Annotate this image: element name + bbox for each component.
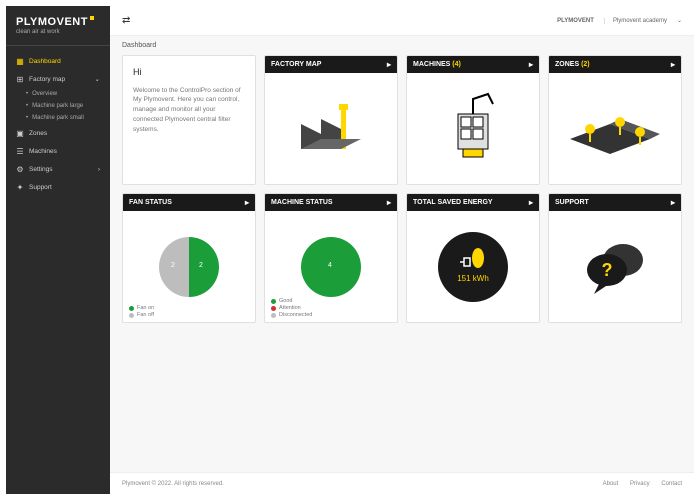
footer-privacy[interactable]: Privacy	[630, 481, 650, 487]
arrow-icon: ▸	[245, 198, 249, 207]
chevron-down-icon[interactable]: ⌄	[677, 17, 682, 24]
nav-support[interactable]: ✦Support	[6, 178, 110, 196]
zones-icon	[565, 94, 665, 164]
machine-legend: Good Attention Disconnected	[271, 297, 312, 318]
gear-icon: ⚙	[16, 165, 24, 173]
arrow-icon: ▸	[529, 60, 533, 69]
academy-link[interactable]: Plymovent academy	[604, 18, 667, 24]
footer-contact[interactable]: Contact	[661, 481, 682, 487]
nav: ▦Dashboard ⊞Factory map⌄ Overview Machin…	[6, 46, 110, 196]
nav-settings[interactable]: ⚙Settings›	[6, 160, 110, 178]
energy-gauge: 151 kWh	[438, 232, 508, 302]
nav-factory-map[interactable]: ⊞Factory map⌄	[6, 70, 110, 88]
brand: PLYMOVENT clean air at work	[6, 16, 110, 46]
nav-overview[interactable]: Overview	[6, 88, 110, 100]
card-factory-map[interactable]: FACTORY MAP▸	[264, 55, 398, 185]
brand-name: PLYMOVENT	[16, 16, 88, 28]
nav-machines[interactable]: ☰Machines	[6, 142, 110, 160]
plug-leaf-icon	[458, 250, 488, 274]
breadcrumb: Dashboard	[110, 36, 694, 55]
nav-zones[interactable]: ▣Zones	[6, 124, 110, 142]
intro-title: Hi	[133, 66, 245, 80]
support-icon: ✦	[16, 183, 24, 191]
machine-pie-chart: 4	[301, 237, 361, 297]
card-machines[interactable]: MACHINES (4)▸	[406, 55, 540, 185]
main: ⇄ PLYMOVENT Plymovent academy ⌄ Dashboar…	[110, 6, 694, 494]
footer-copy: Plymovent © 2022. All rights reserved.	[122, 481, 224, 487]
card-machine-status[interactable]: MACHINE STATUS▸ 4 Good Attention Disconn…	[264, 193, 398, 323]
arrow-icon: ▸	[671, 60, 675, 69]
nav-dashboard[interactable]: ▦Dashboard	[6, 52, 110, 70]
fan-pie-chart: 2 2	[159, 237, 219, 297]
card-zones[interactable]: ZONES (2)▸	[548, 55, 682, 185]
arrow-icon: ▸	[671, 198, 675, 207]
topbar: ⇄ PLYMOVENT Plymovent academy ⌄	[110, 6, 694, 36]
nav-park-small[interactable]: Machine park small	[6, 112, 110, 124]
topbar-brand: PLYMOVENT	[557, 18, 594, 24]
sidebar: PLYMOVENT clean air at work ▦Dashboard ⊞…	[6, 6, 110, 494]
card-fan-status[interactable]: FAN STATUS▸ 2 2 Fan on Fan off	[122, 193, 256, 323]
zones-icon: ▣	[16, 129, 24, 137]
dashboard-icon: ▦	[16, 57, 24, 65]
dashboard-grid: Hi Welcome to the ControlPro section of …	[110, 55, 694, 472]
machines-icon: ☰	[16, 147, 24, 155]
svg-text:?: ?	[602, 260, 613, 280]
footer: Plymovent © 2022. All rights reserved. A…	[110, 472, 694, 494]
arrow-icon: ▸	[387, 198, 391, 207]
intro-body: Welcome to the ControlPro section of My …	[133, 86, 245, 135]
map-icon: ⊞	[16, 75, 24, 83]
footer-about[interactable]: About	[603, 481, 619, 487]
support-icon: ?	[575, 232, 655, 302]
chevron-right-icon: ›	[98, 166, 100, 173]
card-energy[interactable]: TOTAL SAVED ENERGY▸ 151 kWh	[406, 193, 540, 323]
card-support[interactable]: SUPPORT▸ ?	[548, 193, 682, 323]
brand-dot-icon	[90, 16, 94, 20]
factory-icon	[291, 94, 371, 164]
card-intro: Hi Welcome to the ControlPro section of …	[122, 55, 256, 185]
brand-tagline: clean air at work	[16, 29, 100, 35]
chevron-down-icon: ⌄	[95, 75, 100, 83]
nav-park-large[interactable]: Machine park large	[6, 100, 110, 112]
machine-icon	[433, 89, 513, 169]
arrow-icon: ▸	[529, 198, 533, 207]
menu-toggle[interactable]: ⇄	[122, 15, 130, 26]
fan-legend: Fan on Fan off	[129, 304, 154, 318]
arrow-icon: ▸	[387, 60, 391, 69]
